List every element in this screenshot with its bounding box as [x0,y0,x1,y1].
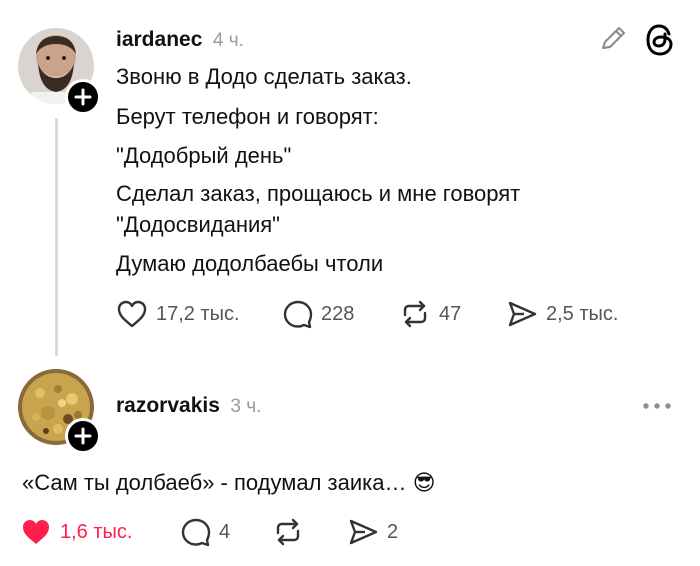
reply-comment-count: 4 [219,520,231,543]
send-icon [508,301,537,327]
reply-like-count: 1,6 тыс. [60,520,133,543]
reply-header: razorvakis 3 ч. [116,394,261,420]
heart-filled-icon [23,520,49,544]
post-line-2: Берут телефон и говорят: [116,104,379,129]
post-line-5: "Додосвидания" [116,212,280,237]
repost-icon [276,518,300,546]
reply-comment-button[interactable]: 4 [180,517,230,547]
repost-button[interactable]: 47 [399,299,461,329]
reply-text: «Сам ты долбаеб» - подумал заика… 😎 [22,470,436,496]
post-line-1: Звоню в Додо сделать заказ. [116,64,412,89]
post-line-4: Сделал заказ, прощаюсь и мне говорят [116,181,521,206]
threads-logo-icon[interactable] [645,24,675,61]
heart-icon [117,300,147,328]
reply-follow-plus-button[interactable] [65,418,101,454]
reply-share-count: 2 [387,520,399,543]
like-button[interactable]: 17,2 тыс. [116,299,240,329]
post-username[interactable]: iardanec [116,28,202,51]
share-count: 2,5 тыс. [546,302,619,325]
reply-username[interactable]: razorvakis [116,394,220,417]
reply-share-button[interactable]: 2 [347,517,398,547]
follow-plus-button[interactable] [65,79,101,115]
reply-text-body: «Сам ты долбаеб» - подумал заика… [22,470,413,495]
sunglasses-emoji: 😎 [412,470,436,495]
comment-count: 228 [321,302,355,325]
comment-icon [283,300,313,329]
share-button[interactable]: 2,5 тыс. [506,299,618,329]
like-count: 17,2 тыс. [156,302,240,325]
comment-icon [181,518,211,547]
reply-repost-button[interactable] [272,517,304,547]
post-header: iardanec 4 ч. [116,28,244,54]
post-time: 4 ч. [212,30,244,51]
more-icon[interactable] [641,396,673,421]
repost-count: 47 [439,302,462,325]
reply-like-button[interactable]: 1,6 тыс. [20,517,132,547]
repost-icon [403,300,427,328]
reply-time: 3 ч. [230,396,262,417]
pencil-icon[interactable] [597,23,629,60]
post-line-6: Думаю додолбаебы чтоли [116,251,384,276]
comment-button[interactable]: 228 [282,299,354,329]
send-icon [349,519,378,545]
post-line-3: "Додобрый день" [116,143,292,168]
thread-line [55,118,58,356]
